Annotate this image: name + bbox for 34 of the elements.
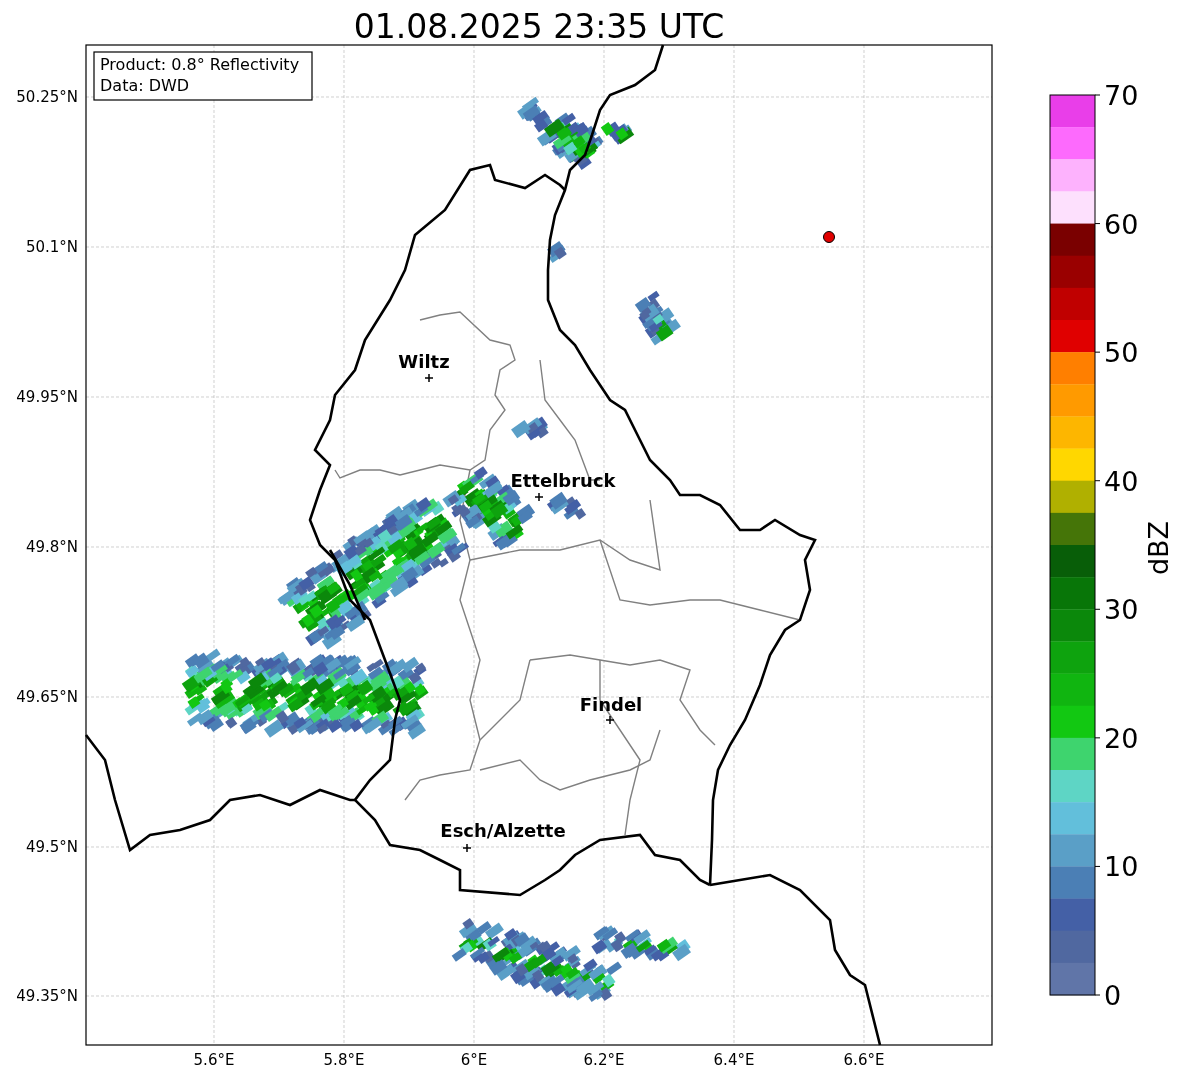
axis-tick-label: 50.25°N (16, 88, 78, 106)
axis-tick-label: 6°E (460, 1051, 488, 1069)
city-label: Findel (579, 694, 643, 715)
chart-title: 01.08.2025 23:35 UTC (353, 7, 725, 46)
axis-tick-label: 6.6°E (843, 1051, 885, 1069)
colorbar-tick-label: 10 (1104, 851, 1139, 883)
axis-tick-label: 49.65°N (16, 688, 78, 706)
city-marker-icon (605, 715, 615, 725)
colorbar-tick-label: 50 (1104, 337, 1139, 369)
station-marker-icon (823, 231, 835, 243)
city-marker-icon (462, 843, 472, 853)
colorbar-tick-label: 70 (1104, 80, 1139, 111)
info-text: Product: 0.8° Reflectivity (100, 55, 300, 74)
colorbar-label: dBZ (1143, 520, 1174, 576)
axis-tick-label: 5.6°E (193, 1051, 235, 1069)
axis-tick-label: 6.4°E (713, 1051, 755, 1069)
colorbar-tick-label: 60 (1104, 208, 1139, 240)
city-label: Wiltz (398, 351, 450, 372)
axis-tick-label: 49.95°N (16, 388, 78, 406)
axis-tick-label: 49.35°N (16, 987, 78, 1005)
city-marker-icon (534, 492, 544, 502)
axis-tick-label: 49.5°N (25, 838, 78, 856)
axis-tick-label: 5.8°E (323, 1051, 365, 1069)
axis-tick-label: 50.1°N (25, 238, 78, 256)
city-label: Esch/Alzette (440, 820, 566, 841)
city-marker-icon (424, 373, 434, 383)
colorbar-tick-label: 40 (1104, 465, 1139, 497)
colorbar-tick-label: 20 (1104, 722, 1139, 754)
axis-tick-label: 49.8°N (25, 538, 78, 556)
city-label: Ettelbruck (510, 470, 616, 491)
info-text: Data: DWD (100, 76, 190, 95)
axis-tick-label: 6.2°E (583, 1051, 625, 1069)
colorbar-tick-label: 30 (1104, 594, 1139, 626)
colorbar-tick-label: 0 (1104, 980, 1122, 1011)
